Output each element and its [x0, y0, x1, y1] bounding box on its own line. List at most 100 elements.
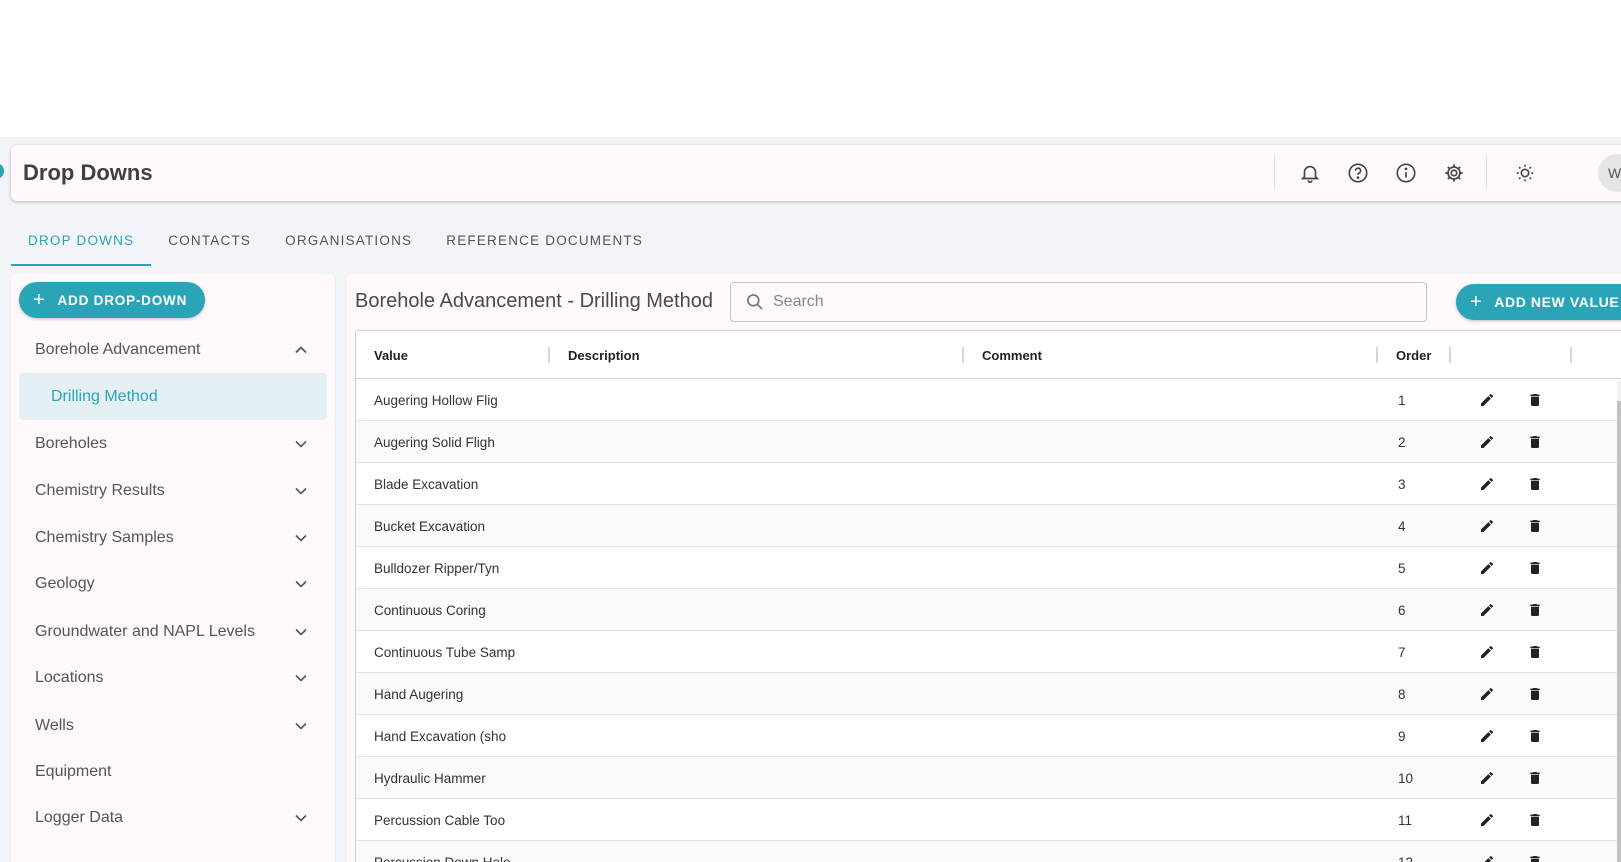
values-table: Value Description Comment Order Augering…: [355, 330, 1621, 862]
cell-order: 7: [1398, 645, 1406, 660]
table-row[interactable]: Blade Excavation 3: [356, 463, 1621, 505]
column-header-description[interactable]: Description: [568, 348, 640, 363]
sidebar-item-label: Chemistry Results: [35, 481, 165, 499]
plus-icon: +: [33, 289, 46, 311]
table-row[interactable]: Hand Augering 8: [356, 673, 1621, 715]
add-drop-down-button[interactable]: + ADD DROP-DOWN: [19, 282, 205, 318]
scrollbar-thumb[interactable]: [1617, 401, 1621, 862]
sidebar-item-chemistry-results[interactable]: Chemistry Results: [19, 467, 327, 514]
sidebar-item-label: Logger Data: [35, 808, 124, 826]
edit-icon[interactable]: [1478, 685, 1496, 703]
edit-icon[interactable]: [1478, 517, 1496, 535]
top-header: Drop Downs WT: [11, 145, 1621, 201]
cell-order: 6: [1398, 603, 1406, 618]
sidebar-item-locations[interactable]: Locations: [19, 654, 327, 701]
cell-value: Hand Augering: [374, 687, 464, 702]
table-row[interactable]: Bulldozer Ripper/Tyn 5: [356, 547, 1621, 589]
edit-icon[interactable]: [1478, 391, 1496, 409]
sidebar-item-geology[interactable]: Geology: [19, 560, 327, 607]
chevron-down-icon: [295, 722, 307, 730]
cell-order: 12: [1398, 855, 1413, 862]
delete-icon[interactable]: [1526, 643, 1544, 661]
chevron-down-icon: [295, 487, 307, 495]
table-row[interactable]: Augering Hollow Flig 1: [356, 379, 1621, 421]
tab-drop-downs[interactable]: DROP DOWNS: [11, 224, 152, 266]
delete-icon[interactable]: [1526, 433, 1544, 451]
delete-icon[interactable]: [1526, 727, 1544, 745]
sidebar-item-groundwater-and-napl-levels[interactable]: Groundwater and NAPL Levels: [19, 608, 327, 655]
column-header-comment[interactable]: Comment: [982, 348, 1042, 363]
edit-icon[interactable]: [1478, 769, 1496, 787]
edit-icon[interactable]: [1478, 853, 1496, 862]
chevron-up-icon: [295, 346, 307, 354]
chevron-down-icon: [295, 534, 307, 542]
chevron-down-icon: [295, 814, 307, 822]
table-row[interactable]: Bucket Excavation 4: [356, 505, 1621, 547]
chevron-down-icon: [295, 580, 307, 588]
edit-icon[interactable]: [1478, 475, 1496, 493]
delete-icon[interactable]: [1526, 475, 1544, 493]
gear-icon[interactable]: [1442, 161, 1466, 185]
sidebar-item-label: Borehole Advancement: [35, 340, 201, 358]
tab-reference-documents[interactable]: REFERENCE DOCUMENTS: [429, 224, 660, 266]
delete-icon[interactable]: [1526, 601, 1544, 619]
column-resize-handle[interactable]: [548, 347, 550, 363]
cell-value: Bulldozer Ripper/Tyn: [374, 561, 500, 576]
cell-order: 8: [1398, 687, 1406, 702]
cell-value: Bucket Excavation: [374, 519, 486, 534]
column-resize-handle[interactable]: [1449, 347, 1451, 363]
info-icon[interactable]: [1394, 161, 1418, 185]
chevron-down-icon: [295, 674, 307, 682]
tab-organisations[interactable]: ORGANISATIONS: [268, 224, 429, 266]
chevron-down-icon: [295, 628, 307, 636]
edit-icon[interactable]: [1478, 433, 1496, 451]
edit-icon[interactable]: [1478, 811, 1496, 829]
search-box[interactable]: [730, 282, 1427, 322]
column-resize-handle[interactable]: [1570, 347, 1572, 363]
sidebar-item-logger-data[interactable]: Logger Data: [19, 794, 327, 841]
cell-order: 2: [1398, 435, 1406, 450]
column-resize-handle[interactable]: [962, 347, 964, 363]
edit-icon[interactable]: [1478, 601, 1496, 619]
sidebar-item-equipment[interactable]: Equipment: [19, 748, 327, 795]
panel-title: Borehole Advancement - Drilling Method: [355, 290, 713, 312]
delete-icon[interactable]: [1526, 811, 1544, 829]
delete-icon[interactable]: [1526, 517, 1544, 535]
delete-icon[interactable]: [1526, 853, 1544, 862]
tab-bar: DROP DOWNS CONTACTS ORGANISATIONS REFERE…: [11, 224, 660, 266]
sidebar-item-boreholes[interactable]: Boreholes: [19, 420, 327, 467]
edit-icon[interactable]: [1478, 727, 1496, 745]
edit-icon[interactable]: [1478, 643, 1496, 661]
table-row[interactable]: Hydraulic Hammer 10: [356, 757, 1621, 799]
column-header-order[interactable]: Order: [1396, 348, 1431, 363]
brightness-icon[interactable]: [1513, 161, 1537, 185]
edit-icon[interactable]: [1478, 559, 1496, 577]
delete-icon[interactable]: [1526, 769, 1544, 787]
avatar[interactable]: WT: [1598, 154, 1621, 192]
delete-icon[interactable]: [1526, 559, 1544, 577]
sidebar-item-borehole-advancement[interactable]: Borehole Advancement: [19, 326, 327, 373]
cell-value: Augering Hollow Flig: [374, 393, 498, 408]
table-row[interactable]: Continuous Coring 6: [356, 589, 1621, 631]
table-row[interactable]: Percussion Cable Too 11: [356, 799, 1621, 841]
delete-icon[interactable]: [1526, 391, 1544, 409]
table-row[interactable]: Continuous Tube Samp 7: [356, 631, 1621, 673]
page-title: Drop Downs: [23, 160, 153, 185]
header-divider: [1486, 155, 1487, 189]
sidebar-item-label: Groundwater and NAPL Levels: [35, 622, 255, 640]
table-row[interactable]: Percussion Down Hole 12: [356, 841, 1621, 862]
search-input[interactable]: [773, 293, 1373, 311]
tab-contacts[interactable]: CONTACTS: [151, 224, 268, 266]
add-new-value-button[interactable]: + ADD NEW VALUE: [1456, 284, 1621, 320]
bell-icon[interactable]: [1298, 161, 1322, 185]
sidebar-item-chemistry-samples[interactable]: Chemistry Samples: [19, 514, 327, 561]
table-row[interactable]: Hand Excavation (sho 9: [356, 715, 1621, 757]
column-header-value[interactable]: Value: [374, 348, 408, 363]
delete-icon[interactable]: [1526, 685, 1544, 703]
sidebar-item-wells[interactable]: Wells: [19, 702, 327, 749]
sidebar-subitem-drilling-method[interactable]: Drilling Method: [19, 373, 327, 420]
table-row[interactable]: Augering Solid Fligh 2: [356, 421, 1621, 463]
help-icon[interactable]: [1346, 161, 1370, 185]
column-resize-handle[interactable]: [1376, 347, 1378, 363]
vertical-scrollbar[interactable]: [1617, 381, 1621, 862]
